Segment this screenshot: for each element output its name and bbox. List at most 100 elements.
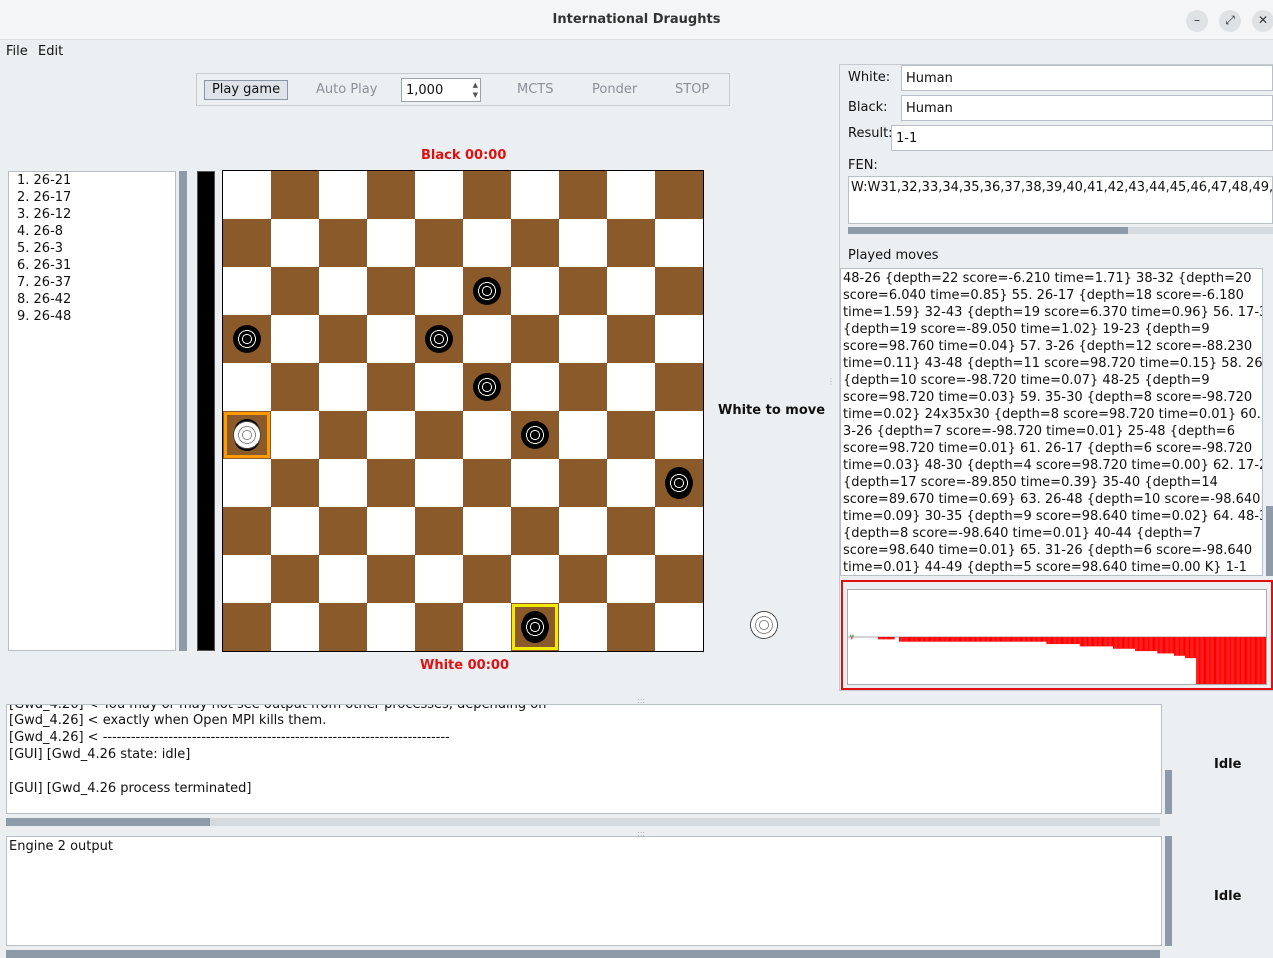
- draughts-board[interactable]: [222, 170, 704, 652]
- board-square[interactable]: [367, 411, 415, 459]
- board-square[interactable]: [655, 507, 703, 555]
- board-square[interactable]: [607, 363, 655, 411]
- board-square[interactable]: [559, 171, 607, 219]
- board-square[interactable]: [223, 603, 271, 651]
- played-moves-scrollbar[interactable]: [1266, 506, 1273, 576]
- board-square[interactable]: [607, 315, 655, 363]
- board-square[interactable]: [655, 267, 703, 315]
- board-square[interactable]: [415, 363, 463, 411]
- black-piece[interactable]: [233, 325, 261, 353]
- board-square[interactable]: [511, 267, 559, 315]
- board-square[interactable]: [559, 411, 607, 459]
- board-square[interactable]: [271, 603, 319, 651]
- board-square[interactable]: [319, 315, 367, 363]
- result-field[interactable]: 1-1: [891, 125, 1273, 151]
- list-item[interactable]: 8. 26-42: [17, 292, 71, 307]
- board-square[interactable]: [271, 219, 319, 267]
- menu-file[interactable]: File: [6, 44, 28, 59]
- vertical-splitter-handle[interactable]: ⋮: [827, 377, 835, 386]
- board-square[interactable]: [367, 363, 415, 411]
- board-square[interactable]: [463, 555, 511, 603]
- board-square[interactable]: [463, 459, 511, 507]
- close-button[interactable]: ✕: [1252, 10, 1273, 32]
- board-square[interactable]: [511, 459, 559, 507]
- board-square[interactable]: [223, 363, 271, 411]
- board-square[interactable]: [559, 507, 607, 555]
- board-square[interactable]: [223, 555, 271, 603]
- board-square[interactable]: [415, 507, 463, 555]
- black-piece[interactable]: [473, 373, 501, 401]
- black-king-piece[interactable]: [665, 469, 693, 497]
- board-square[interactable]: [655, 363, 703, 411]
- board-square[interactable]: [367, 555, 415, 603]
- board-square[interactable]: [655, 411, 703, 459]
- menu-edit[interactable]: Edit: [38, 44, 63, 59]
- spinner-up-icon[interactable]: ▲: [473, 81, 478, 89]
- board-square[interactable]: [319, 555, 367, 603]
- board-square[interactable]: [655, 171, 703, 219]
- list-item[interactable]: 1. 26-21: [17, 173, 71, 188]
- board-square[interactable]: [319, 411, 367, 459]
- board-square[interactable]: [223, 219, 271, 267]
- board-square[interactable]: [655, 555, 703, 603]
- board-square[interactable]: [271, 555, 319, 603]
- minimize-button[interactable]: –: [1186, 10, 1208, 32]
- fen-field[interactable]: W:W31,32,33,34,35,36,37,38,39,40,41,42,4…: [848, 176, 1273, 224]
- list-item[interactable]: 9. 26-48: [17, 309, 71, 324]
- board-square[interactable]: [415, 555, 463, 603]
- board-square[interactable]: [559, 555, 607, 603]
- board-square[interactable]: [559, 459, 607, 507]
- board-square[interactable]: [271, 363, 319, 411]
- board-square[interactable]: [271, 267, 319, 315]
- engine1-scrollbar[interactable]: [1165, 770, 1172, 814]
- board-square[interactable]: [367, 315, 415, 363]
- board-square[interactable]: [367, 267, 415, 315]
- board-square[interactable]: [271, 459, 319, 507]
- list-item[interactable]: 2. 26-17: [17, 190, 71, 205]
- list-item[interactable]: 4. 26-8: [17, 224, 63, 239]
- fen-scrollbar-thumb[interactable]: [848, 227, 1128, 234]
- engine2-scrollbar[interactable]: [1165, 836, 1172, 946]
- board-square[interactable]: [559, 315, 607, 363]
- engine2-hscrollbar-thumb[interactable]: [6, 950, 1160, 958]
- board-square[interactable]: [223, 171, 271, 219]
- board-square[interactable]: [319, 603, 367, 651]
- black-piece[interactable]: [425, 325, 453, 353]
- board-square[interactable]: [223, 459, 271, 507]
- board-square[interactable]: [655, 219, 703, 267]
- board-square[interactable]: [271, 507, 319, 555]
- board-square[interactable]: [367, 171, 415, 219]
- board-square[interactable]: [511, 171, 559, 219]
- board-square[interactable]: [607, 507, 655, 555]
- board-square[interactable]: [511, 507, 559, 555]
- board-square[interactable]: [367, 603, 415, 651]
- board-square[interactable]: [367, 459, 415, 507]
- board-square[interactable]: [415, 219, 463, 267]
- white-player-field[interactable]: Human: [901, 65, 1273, 91]
- mcts-button[interactable]: MCTS: [517, 82, 554, 97]
- white-king-piece[interactable]: [233, 421, 261, 449]
- black-king-piece[interactable]: [521, 613, 549, 641]
- board-square[interactable]: [319, 363, 367, 411]
- maximize-button[interactable]: ⤢: [1219, 10, 1241, 32]
- board-square[interactable]: [607, 267, 655, 315]
- board-square[interactable]: [463, 171, 511, 219]
- auto-play-count-spinner[interactable]: 1,000 ▲ ▼: [401, 78, 481, 102]
- board-square[interactable]: [511, 555, 559, 603]
- engine1-output[interactable]: [Gwd_4.26] < You may or may not see outp…: [6, 704, 1162, 814]
- engine2-output[interactable]: Engine 2 output: [6, 836, 1162, 946]
- move-list-scrollbar[interactable]: [179, 171, 187, 651]
- black-player-field[interactable]: Human: [901, 95, 1273, 121]
- board-square[interactable]: [415, 171, 463, 219]
- board-square[interactable]: [607, 555, 655, 603]
- board-square[interactable]: [367, 219, 415, 267]
- board-square[interactable]: [655, 603, 703, 651]
- stop-button[interactable]: STOP: [675, 82, 709, 97]
- board-square[interactable]: [463, 315, 511, 363]
- board-square[interactable]: [607, 411, 655, 459]
- played-moves-text[interactable]: 48-26 {depth=22 score=-6.210 time=1.71} …: [840, 268, 1263, 576]
- play-game-button[interactable]: Play game: [204, 80, 288, 100]
- board-square[interactable]: [463, 411, 511, 459]
- board-square[interactable]: [511, 315, 559, 363]
- auto-play-button[interactable]: Auto Play: [316, 82, 377, 97]
